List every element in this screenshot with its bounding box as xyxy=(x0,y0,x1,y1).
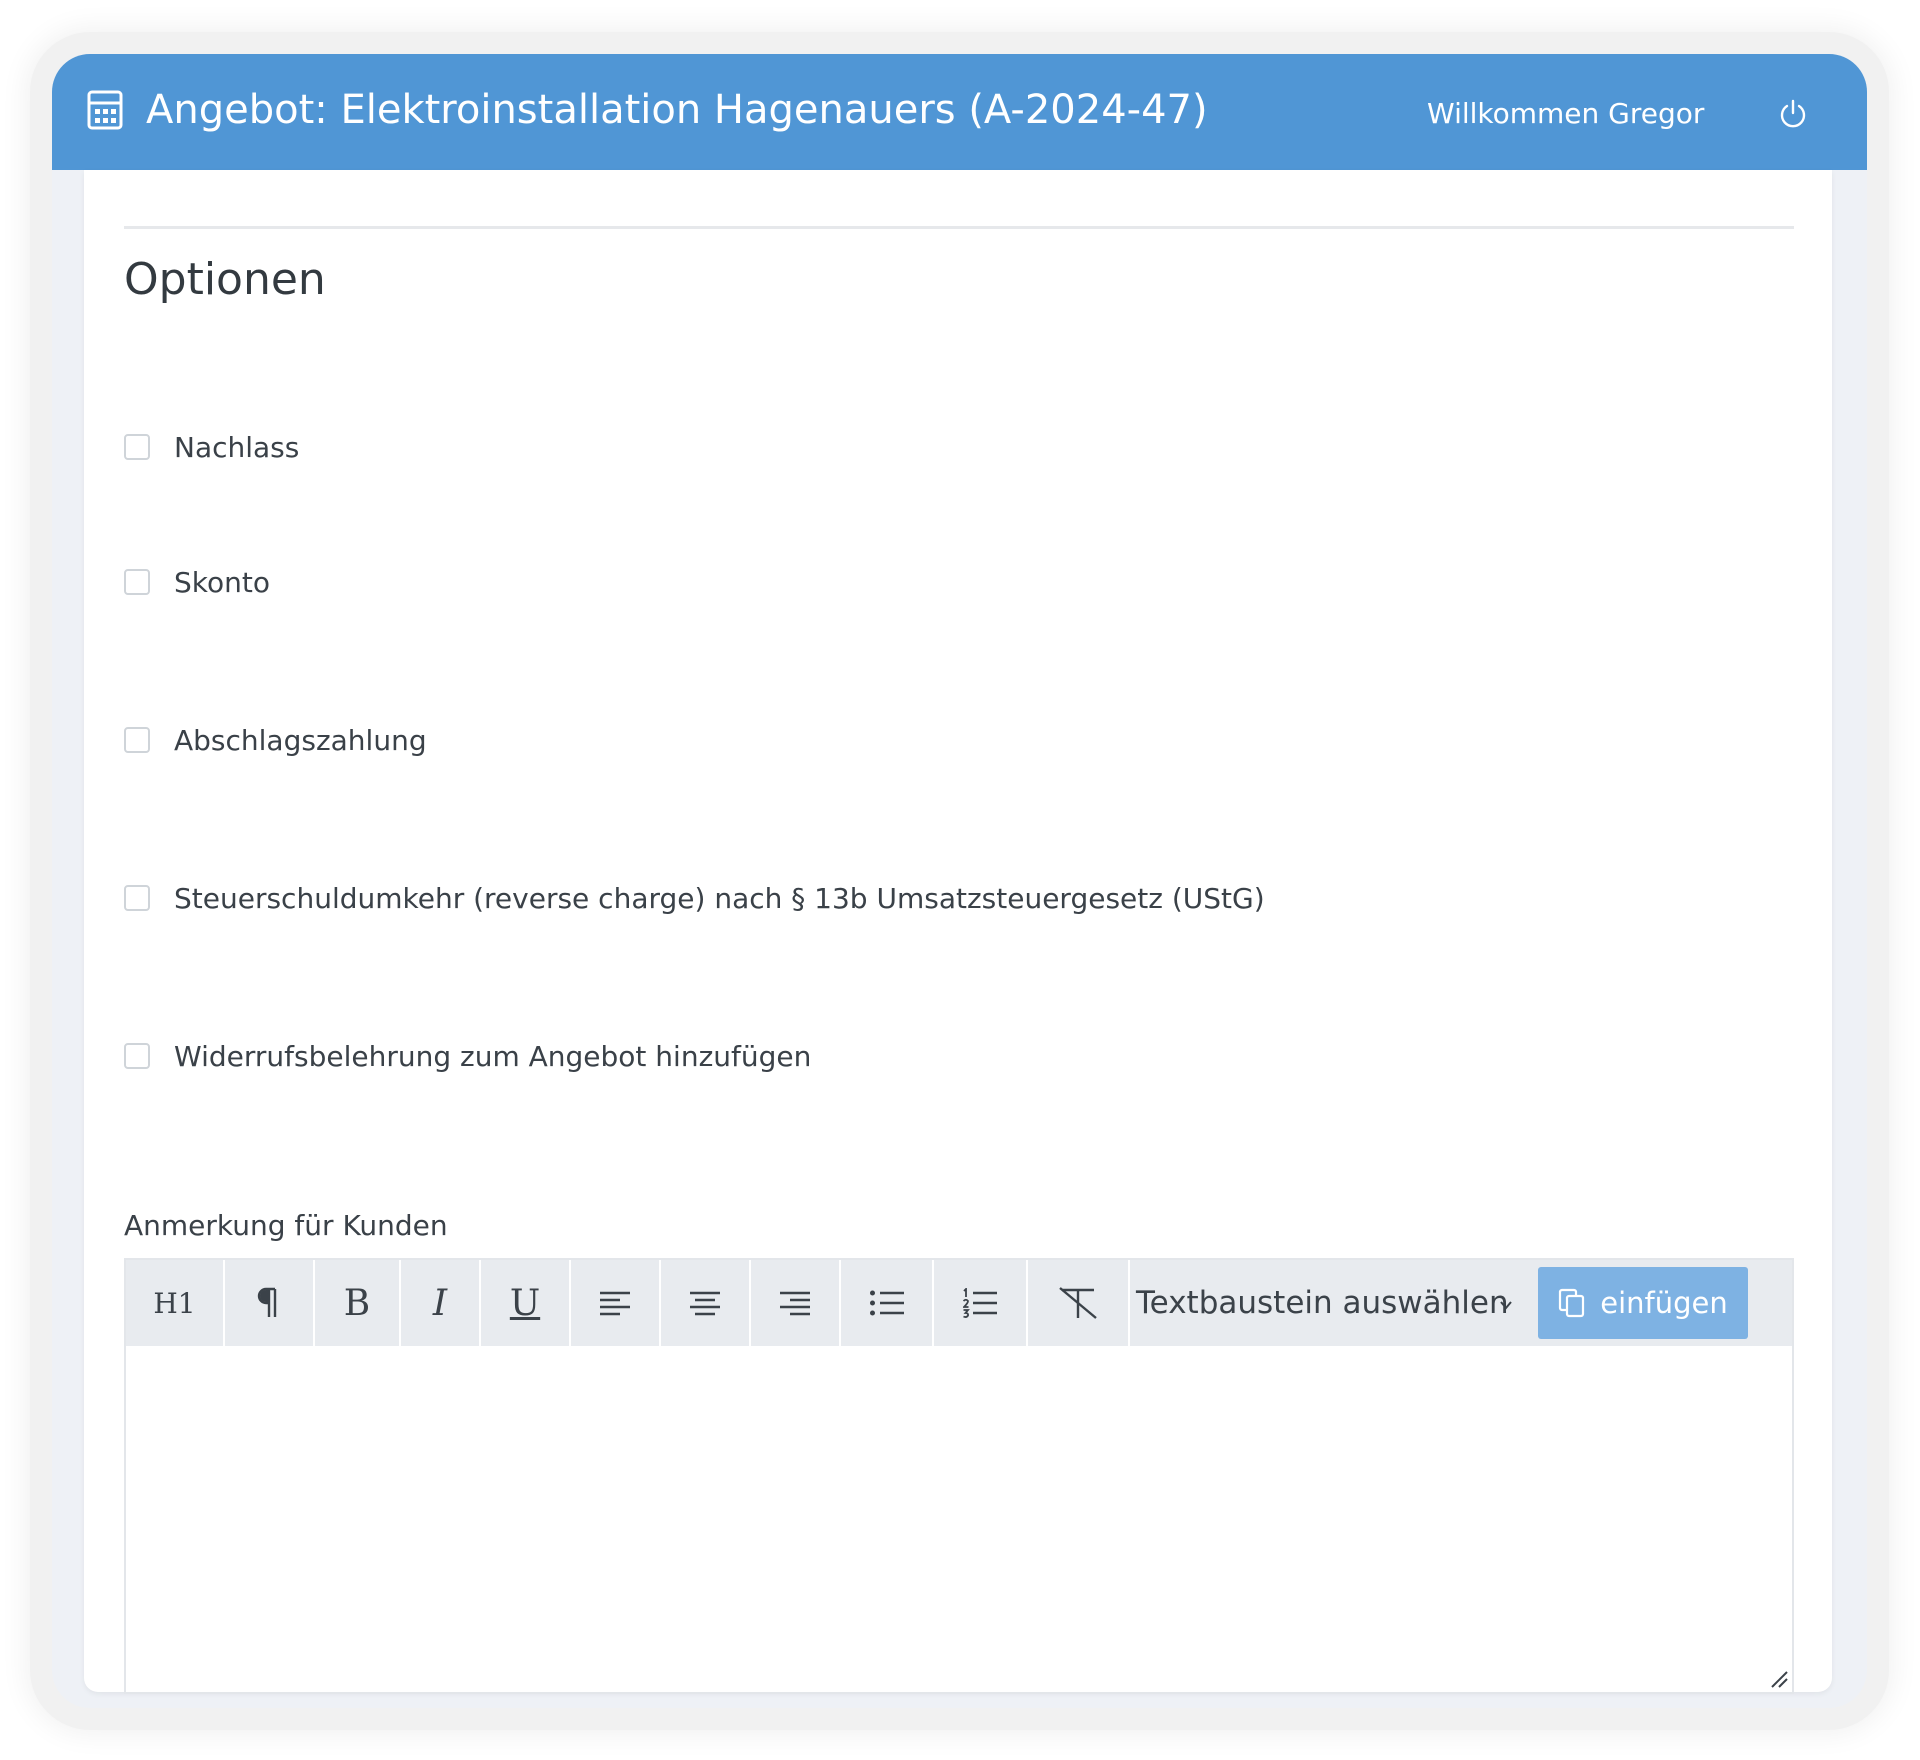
heading-button[interactable]: H1 xyxy=(126,1260,225,1346)
power-icon[interactable] xyxy=(1777,98,1809,130)
bold-button[interactable]: B xyxy=(315,1260,401,1346)
option-nachlass[interactable]: Nachlass xyxy=(124,427,299,467)
underline-button[interactable]: U xyxy=(481,1260,571,1346)
align-left-icon xyxy=(600,1291,630,1316)
italic-button[interactable]: I xyxy=(401,1260,481,1346)
rich-text-editor: H1 B I U Textbaustein auswählen einfügen xyxy=(124,1258,1794,1694)
align-left-button[interactable] xyxy=(571,1260,661,1346)
option-label: Steuerschuldumkehr (reverse charge) nach… xyxy=(174,881,1265,915)
calculator-icon xyxy=(87,90,123,130)
align-center-button[interactable] xyxy=(661,1260,751,1346)
resize-handle-icon[interactable] xyxy=(1768,1668,1788,1688)
welcome-text: Willkommen Gregor xyxy=(1427,97,1705,130)
top-bar: Angebot: Elektroinstallation Hagenauers … xyxy=(52,54,1867,170)
option-reverse-charge[interactable]: Steuerschuldumkehr (reverse charge) nach… xyxy=(124,878,1265,918)
option-checkbox[interactable] xyxy=(124,1043,150,1069)
option-abschlagszahlung[interactable]: Abschlagszahlung xyxy=(124,720,427,760)
ordered-list-icon xyxy=(963,1288,997,1318)
note-label: Anmerkung für Kunden xyxy=(124,1209,448,1242)
content-card: Optionen Nachlass Skonto Abschlagszahlun… xyxy=(84,170,1832,1694)
option-checkbox[interactable] xyxy=(124,434,150,460)
page-title: Angebot: Elektroinstallation Hagenauers … xyxy=(146,87,1208,133)
align-right-icon xyxy=(780,1291,810,1316)
option-skonto[interactable]: Skonto xyxy=(124,562,270,602)
option-checkbox[interactable] xyxy=(124,727,150,753)
insert-snippet-button[interactable]: einfügen xyxy=(1538,1267,1748,1339)
option-label: Nachlass xyxy=(174,430,300,464)
snippet-select[interactable]: Textbaustein auswählen xyxy=(1136,1260,1524,1346)
note-textarea[interactable] xyxy=(126,1346,1792,1692)
bullet-list-button[interactable] xyxy=(841,1260,934,1346)
align-center-icon xyxy=(690,1291,720,1316)
option-checkbox[interactable] xyxy=(124,885,150,911)
insert-label: einfügen xyxy=(1600,1286,1728,1320)
ordered-list-button[interactable] xyxy=(934,1260,1028,1346)
chevron-down-icon xyxy=(1500,1301,1512,1310)
option-widerrufsbelehrung[interactable]: Widerrufsbelehrung zum Angebot hinzufüge… xyxy=(124,1036,811,1076)
option-label: Skonto xyxy=(174,565,270,599)
paragraph-button[interactable] xyxy=(225,1260,315,1346)
editor-toolbar: H1 B I U Textbaustein auswählen einfügen xyxy=(126,1260,1792,1346)
bullet-list-icon xyxy=(869,1290,904,1316)
paragraph-icon xyxy=(257,1287,277,1317)
option-label: Widerrufsbelehrung zum Angebot hinzufüge… xyxy=(174,1039,812,1073)
section-divider xyxy=(124,226,1794,229)
option-label: Abschlagszahlung xyxy=(174,723,427,757)
section-title: Optionen xyxy=(124,254,326,305)
snippet-select-value: Textbaustein auswählen xyxy=(1136,1285,1509,1321)
clear-format-button[interactable] xyxy=(1028,1260,1130,1346)
clear-format-icon xyxy=(1059,1287,1097,1319)
copy-icon xyxy=(1559,1288,1585,1318)
app-window: Angebot: Elektroinstallation Hagenauers … xyxy=(52,54,1867,1708)
option-checkbox[interactable] xyxy=(124,569,150,595)
align-right-button[interactable] xyxy=(751,1260,841,1346)
